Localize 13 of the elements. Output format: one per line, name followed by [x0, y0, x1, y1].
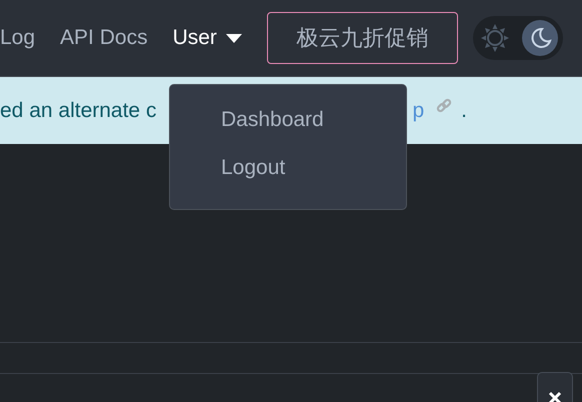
menu-item[interactable]: Logout	[221, 155, 406, 181]
alert-text: ed an alternate c	[0, 98, 156, 122]
close-icon	[548, 391, 562, 402]
promo-button[interactable]: 极云九折促销	[266, 12, 458, 64]
close-button[interactable]	[537, 372, 573, 402]
nav-dropdown-toggle[interactable]: User	[172, 26, 242, 50]
moon-icon[interactable]	[522, 20, 558, 56]
nav-link[interactable]: API Docs	[60, 26, 148, 50]
menu-item[interactable]: Dashboard	[221, 107, 406, 133]
alert-text: .	[461, 98, 467, 122]
caret-icon	[226, 34, 242, 42]
nav-link[interactable]: Log	[0, 26, 36, 50]
link-icon	[436, 98, 452, 114]
